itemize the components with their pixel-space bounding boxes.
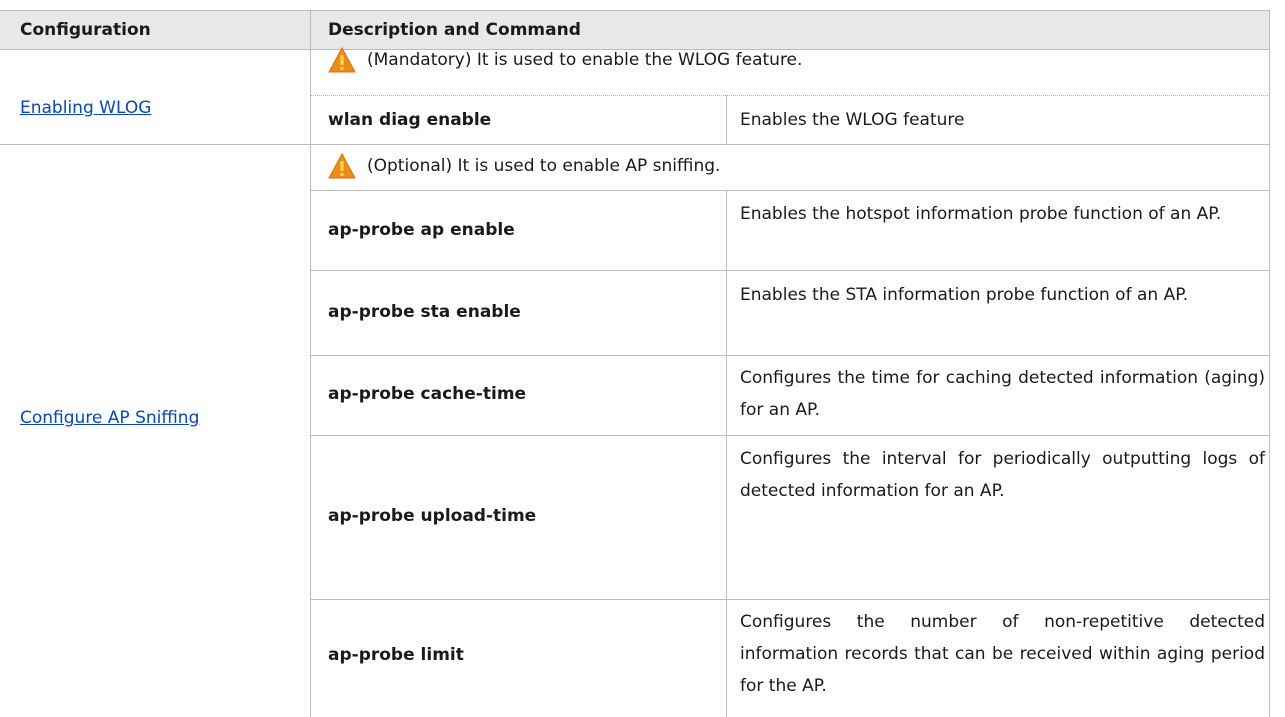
warning-icon: [328, 47, 356, 73]
section-divider: [0, 144, 1270, 145]
note-mandatory: (Mandatory) It is used to enable the WLO…: [367, 50, 803, 70]
col-divider-1: [310, 10, 311, 717]
row-line-5: [310, 599, 1270, 600]
cmd-ap-probe-limit: ap-probe limit: [328, 645, 464, 665]
col-divider-2a: [726, 95, 727, 144]
desc-ap-probe-cache-time: Configures the time for caching detected…: [740, 368, 1265, 420]
header-configuration: Configuration: [20, 20, 151, 40]
cmd-ap-probe-ap-enable: ap-probe ap enable: [328, 220, 515, 240]
desc-ap-probe-sta-enable: Enables the STA information probe functi…: [740, 285, 1189, 305]
link-enabling-wlog[interactable]: Enabling WLOG: [20, 92, 151, 124]
warning-icon: [328, 153, 356, 179]
cmd-ap-probe-cache-time: ap-probe cache-time: [328, 384, 527, 404]
row-line-1: [310, 190, 1270, 191]
note-divider-dotted: [310, 95, 1270, 96]
cmd-ap-probe-sta-enable: ap-probe sta enable: [328, 302, 521, 322]
desc-ap-probe-ap-enable: Enables the hotspot information probe fu…: [740, 204, 1222, 224]
desc-ap-probe-limit: Configures the number of non-repetitive …: [740, 612, 1265, 696]
row-line-4: [310, 435, 1270, 436]
cmd-ap-probe-upload-time: ap-probe upload-time: [328, 506, 537, 526]
note-optional: (Optional) It is used to enable AP sniff…: [367, 156, 721, 176]
desc-wlan-diag-enable: Enables the WLOG feature: [740, 110, 965, 130]
cmd-wlan-diag-enable: wlan diag enable: [328, 110, 492, 130]
row-line-3: [310, 355, 1270, 356]
config-table: Configuration Description and Command En…: [0, 0, 1285, 717]
desc-ap-probe-upload-time: Configures the interval for periodically…: [740, 449, 1265, 501]
link-configure-ap-sniffing[interactable]: Configure AP Sniffing: [20, 402, 199, 434]
table-right-border: [1269, 10, 1270, 717]
row-line-2: [310, 270, 1270, 271]
